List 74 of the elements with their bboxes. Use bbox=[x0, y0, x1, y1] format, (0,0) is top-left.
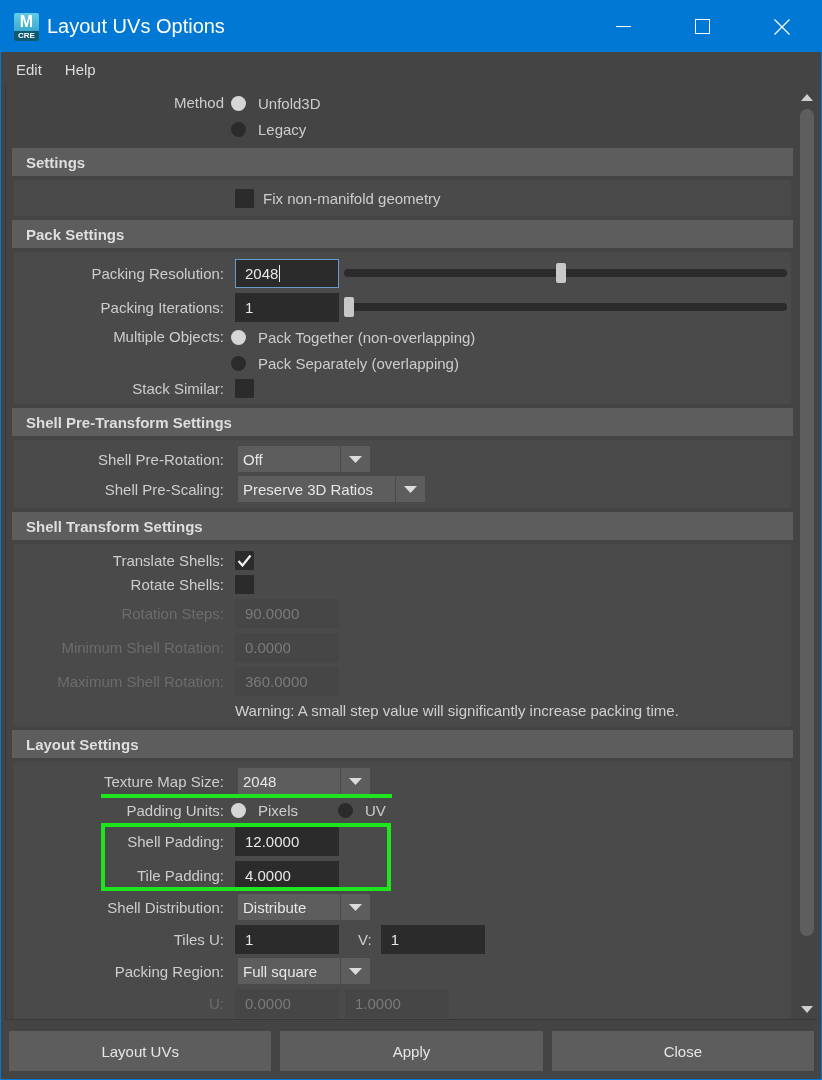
number-field[interactable]: 12.0000 bbox=[235, 826, 339, 856]
caret-down-icon bbox=[349, 903, 362, 911]
field-label: Packing Resolution: bbox=[90, 264, 224, 282]
radio-label[interactable]: Unfold3D bbox=[258, 94, 321, 112]
section-header[interactable]: Settings bbox=[12, 148, 793, 176]
scroll-up-icon[interactable] bbox=[801, 94, 813, 101]
field-label: Shell Pre-Scaling: bbox=[103, 480, 224, 498]
slider-thumb[interactable] bbox=[556, 263, 567, 283]
radio-button[interactable] bbox=[231, 95, 246, 111]
radio-button[interactable] bbox=[231, 121, 246, 137]
menu-item[interactable]: Help bbox=[64, 60, 96, 78]
text-cursor-icon bbox=[279, 264, 281, 282]
slider-track[interactable] bbox=[344, 297, 787, 317]
radio-label[interactable]: Pack Separately (overlapping) bbox=[258, 354, 459, 372]
action-button[interactable]: Apply bbox=[280, 1031, 543, 1071]
radio-label[interactable]: UV bbox=[365, 801, 386, 819]
checkbox-label[interactable]: Fix non-manifold geometry bbox=[263, 189, 441, 207]
radio-button[interactable] bbox=[231, 802, 246, 818]
field-label: Shell Padding: bbox=[126, 832, 224, 850]
field-label: Shell Pre-Rotation: bbox=[97, 450, 224, 468]
field-label: Padding Units: bbox=[125, 801, 224, 819]
dropdown[interactable]: Distribute bbox=[238, 894, 370, 920]
field-label: Shell Distribution: bbox=[106, 898, 224, 916]
checkbox[interactable] bbox=[235, 188, 254, 208]
checkmark-icon bbox=[237, 553, 252, 567]
scroll-down-icon[interactable] bbox=[801, 1006, 813, 1013]
field-label: Tile Padding: bbox=[136, 866, 224, 884]
field-label: Packing Iterations: bbox=[99, 298, 224, 316]
action-button[interactable]: Close bbox=[551, 1031, 814, 1071]
radio-label[interactable]: Legacy bbox=[258, 120, 307, 138]
number-field[interactable]: 1 bbox=[235, 292, 339, 322]
field-label: Translate Shells: bbox=[111, 551, 224, 569]
caret-down-icon bbox=[349, 455, 362, 463]
radio-button[interactable] bbox=[231, 329, 246, 345]
scrollbar-thumb[interactable] bbox=[800, 109, 814, 936]
field-label: Texture Map Size: bbox=[102, 772, 224, 790]
radio-label[interactable]: Pack Together (non-overlapping) bbox=[258, 328, 476, 346]
slider-thumb[interactable] bbox=[344, 297, 354, 317]
section-header[interactable]: Pack Settings bbox=[12, 220, 793, 248]
field-label: V: bbox=[358, 930, 372, 948]
field-label: Rotate Shells: bbox=[129, 575, 224, 593]
checkbox[interactable] bbox=[235, 574, 254, 594]
number-field[interactable]: 4.0000 bbox=[235, 860, 339, 890]
caret-down-icon bbox=[349, 777, 362, 785]
checkbox[interactable] bbox=[235, 550, 254, 570]
maximize-icon[interactable] bbox=[695, 19, 710, 34]
checkbox[interactable] bbox=[235, 378, 254, 398]
field-label: Method bbox=[172, 93, 224, 113]
radio-label[interactable]: Pixels bbox=[258, 801, 298, 819]
slider-track[interactable] bbox=[344, 263, 787, 283]
window-title: Layout UVs Options bbox=[47, 15, 226, 38]
number-field[interactable]: 2048 bbox=[235, 258, 339, 288]
field-label: Multiple Objects: bbox=[112, 327, 224, 347]
warning-text: Warning: A small step value will significantly increase packing time. bbox=[235, 701, 680, 719]
dropdown[interactable]: Full square bbox=[238, 958, 370, 984]
dropdown[interactable]: Preserve 3D Ratios bbox=[238, 476, 426, 502]
radio-button[interactable] bbox=[338, 802, 353, 818]
close-icon[interactable] bbox=[773, 18, 790, 35]
dropdown[interactable]: Off bbox=[238, 446, 370, 472]
action-button[interactable]: Layout UVs bbox=[9, 1031, 272, 1071]
field-label: Packing Region: bbox=[113, 962, 224, 980]
radio-button[interactable] bbox=[231, 355, 246, 371]
number-field[interactable]: 1 bbox=[380, 924, 485, 954]
section-header[interactable]: Shell Pre-Transform Settings bbox=[12, 408, 793, 436]
field-label: Tiles U: bbox=[172, 930, 224, 948]
caret-down-icon bbox=[404, 485, 418, 493]
section-header[interactable]: Layout Settings bbox=[12, 730, 793, 758]
caret-down-icon bbox=[349, 967, 362, 975]
app-logo: M CRE bbox=[14, 12, 39, 41]
field-label: Stack Similar: bbox=[131, 379, 224, 397]
number-field[interactable]: 1 bbox=[235, 924, 339, 954]
section-header[interactable]: Shell Transform Settings bbox=[12, 512, 793, 540]
menu-item[interactable]: Edit bbox=[16, 60, 42, 78]
dropdown[interactable]: 2048 bbox=[238, 768, 370, 794]
